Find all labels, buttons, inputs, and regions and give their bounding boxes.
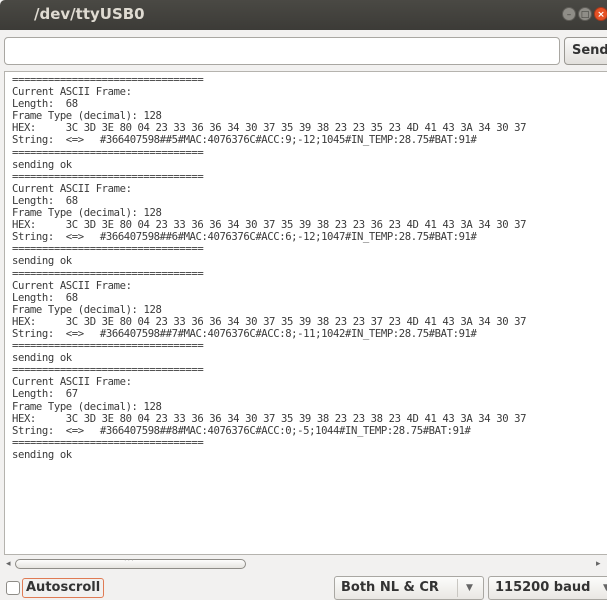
minimize-icon[interactable]: – (562, 7, 576, 21)
console-line: ================================ (12, 364, 204, 377)
console-line: HEX: 3C 3D 3E 80 04 23 33 36 36 34 30 37… (12, 315, 527, 328)
scroll-right-icon[interactable]: ▸ (596, 557, 601, 571)
console-line: Length: 67 (12, 388, 78, 401)
console-line: Length: 68 (12, 98, 78, 111)
console-line: sending ok (12, 158, 72, 171)
close-icon[interactable]: × (594, 7, 607, 21)
scrollbar-thumb[interactable]: ··· (15, 556, 246, 569)
horizontal-scrollbar[interactable]: ◂ ··· ▸ (4, 556, 607, 571)
scroll-left-icon[interactable]: ◂ (6, 557, 11, 571)
window-title: /dev/ttyUSB0 (34, 5, 145, 23)
baud-rate-select[interactable]: 115200 baud ▼ (488, 576, 607, 600)
maximize-icon[interactable]: □ (578, 7, 592, 21)
send-input[interactable] (4, 37, 560, 65)
baud-rate-value: 115200 baud (495, 580, 591, 595)
chevron-down-icon: ▼ (603, 583, 607, 593)
console-line: HEX: 3C 3D 3E 80 04 23 33 36 36 34 30 37… (12, 219, 527, 232)
console-line: ================================ (12, 267, 204, 280)
console-line: Length: 68 (12, 291, 78, 304)
console-line: sending ok (12, 352, 72, 365)
console-line: ================================ (12, 170, 204, 183)
console-line: ================================ (12, 74, 204, 86)
console-line: Length: 68 (12, 194, 78, 207)
serial-output[interactable]: ================================ Current … (4, 71, 607, 555)
console-line: String: <=>#366407598##6#MAC:4076376C#… (12, 231, 477, 244)
send-button[interactable]: Send (564, 37, 607, 65)
console-line: sending ok (12, 255, 72, 268)
console-line: ================================ (12, 146, 204, 159)
select-divider (457, 579, 458, 597)
console-line: Current ASCII Frame: (12, 279, 132, 292)
console-line: HEX: 3C 3D 3E 80 04 23 33 36 36 34 30 37… (12, 412, 527, 425)
line-ending-select[interactable]: Both NL & CR ▼ (334, 576, 484, 600)
console-line: Frame Type (decimal): 128 (12, 303, 162, 316)
console-line: Current ASCII Frame: (12, 376, 132, 389)
grip-icon: ··· (124, 556, 135, 565)
console-line: ================================ (12, 243, 204, 256)
console-line: HEX: 3C 3D 3E 80 04 23 33 36 36 34 30 37… (12, 122, 527, 135)
console-line: ================================ (12, 340, 204, 353)
console-line: ================================ (12, 436, 204, 449)
console-line: Current ASCII Frame: (12, 182, 132, 195)
chevron-down-icon: ▼ (466, 583, 473, 593)
console-line: String: <=>#366407598##7#MAC:4076376C#… (12, 327, 477, 340)
console-line: String: <=>#366407598##8#MAC:4076376C#… (12, 424, 471, 437)
line-ending-value: Both NL & CR (341, 580, 439, 595)
autoscroll-label[interactable]: Autoscroll (22, 578, 105, 598)
console-lines: ================================ Current … (12, 74, 527, 461)
console-line: Frame Type (decimal): 128 (12, 110, 162, 123)
console-line: sending ok (12, 448, 72, 461)
console-line: Frame Type (decimal): 128 (12, 400, 162, 413)
console-line: Current ASCII Frame: (12, 86, 132, 99)
title-bar: /dev/ttyUSB0 – □ × (0, 0, 607, 30)
console-line: String: <=>#366407598##5#MAC:4076376C#… (12, 134, 477, 147)
autoscroll-checkbox[interactable] (6, 581, 20, 595)
console-line: Frame Type (decimal): 128 (12, 207, 162, 220)
